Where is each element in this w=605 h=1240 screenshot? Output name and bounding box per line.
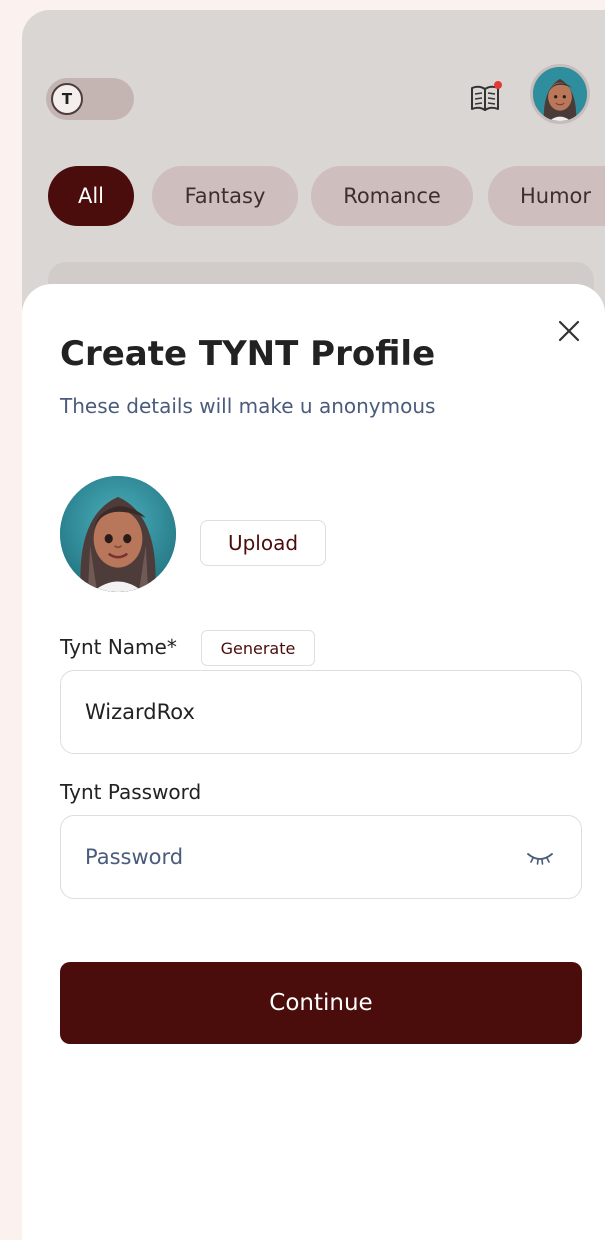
- close-button[interactable]: [552, 314, 586, 348]
- profile-avatar-image: [60, 476, 176, 592]
- password-input[interactable]: [85, 845, 557, 869]
- pill-label: Fantasy: [184, 184, 266, 208]
- generate-label: Generate: [220, 638, 296, 658]
- sheet-subtitle: These details will make u anonymous: [60, 394, 436, 418]
- pill-label: All: [77, 184, 105, 208]
- book-icon[interactable]: [468, 80, 504, 114]
- eye-closed-icon-svg: [527, 853, 553, 865]
- upload-label: Upload: [227, 531, 299, 555]
- create-profile-sheet: Create TYNT Profile These details will m…: [22, 284, 605, 1240]
- app-screen: T All Fantasy Romance Humor Create TYNT …: [22, 10, 605, 1240]
- upload-button[interactable]: Upload: [200, 520, 326, 566]
- continue-label: Continue: [269, 990, 373, 1016]
- tynt-name-label: Tynt Name*: [60, 635, 177, 659]
- tynt-name-input[interactable]: [85, 700, 557, 724]
- close-icon: [558, 320, 580, 342]
- theme-toggle[interactable]: T: [46, 78, 134, 120]
- pill-label: Humor: [520, 184, 592, 208]
- toggle-letter: T: [61, 90, 73, 108]
- pill-humor[interactable]: Humor: [488, 166, 605, 226]
- pill-fantasy[interactable]: Fantasy: [152, 166, 298, 226]
- eye-closed-icon[interactable]: [525, 846, 555, 868]
- profile-avatar: [60, 476, 176, 592]
- user-avatar[interactable]: [530, 64, 590, 124]
- tynt-password-field[interactable]: [60, 815, 582, 899]
- avatar-image: [533, 67, 587, 121]
- tynt-name-field[interactable]: [60, 670, 582, 754]
- sheet-title: Create TYNT Profile: [60, 334, 436, 374]
- pill-romance[interactable]: Romance: [311, 166, 473, 226]
- pill-label: Romance: [343, 184, 441, 208]
- toggle-knob: T: [51, 83, 83, 115]
- notification-dot: [494, 81, 502, 89]
- pill-all[interactable]: All: [48, 166, 134, 226]
- generate-button[interactable]: Generate: [201, 630, 315, 666]
- continue-button[interactable]: Continue: [60, 962, 582, 1044]
- book-icon-svg: [471, 81, 502, 111]
- tynt-password-label: Tynt Password: [60, 780, 202, 804]
